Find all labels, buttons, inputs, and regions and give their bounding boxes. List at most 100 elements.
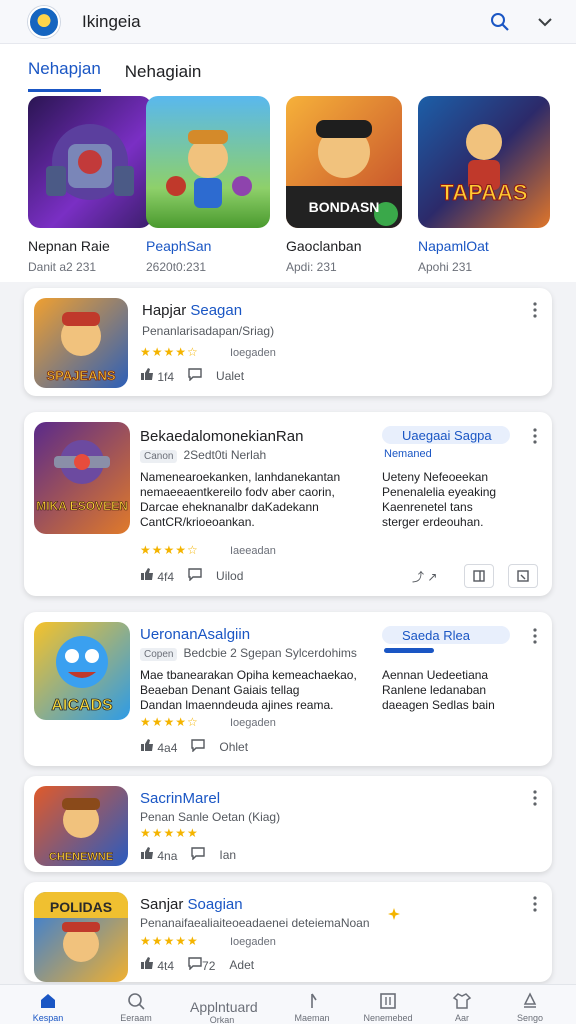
comment-button[interactable] <box>188 567 202 584</box>
app-icon: SPAJEANS <box>34 298 128 388</box>
featured-overlay-text: BONDASN <box>309 199 380 215</box>
bookmark-button[interactable] <box>464 564 494 588</box>
app-tag: Canon <box>140 450 178 463</box>
rating-label: Ioegaden <box>230 717 276 729</box>
featured-thumbnail: BONDASN <box>286 96 402 228</box>
search-input[interactable]: Ikingeia <box>82 12 490 32</box>
bookmark-icon <box>473 570 485 582</box>
featured-name: Gaoclanban <box>286 238 362 254</box>
comment-icon <box>188 368 202 382</box>
comments-label: Ian <box>219 847 237 862</box>
thumbs-up-icon <box>141 368 153 380</box>
card-actions: 4f4 Uilod <box>140 567 243 584</box>
app-icon-text: CHENEWNE <box>49 851 113 863</box>
nav-item-shop[interactable]: Aar <box>432 991 492 1023</box>
more-vert-icon[interactable] <box>532 896 538 912</box>
featured-app-4[interactable]: TAPAAS NapamlOat Apohi 231 <box>418 96 550 274</box>
app-subtitle: Penan Sanle Oetan (Kiag) <box>140 810 281 824</box>
featured-app-3[interactable]: BONDASN Gaoclanban Apdi: 231 <box>286 96 402 274</box>
download-icon <box>517 570 529 582</box>
featured-thumbnail: TAPAAS <box>418 96 550 228</box>
like-button[interactable]: 4a4 <box>140 738 177 755</box>
featured-meta: Apdi: 231 <box>286 260 337 274</box>
featured-row: Nepnan Raie Danit a2 231 PeaphSan 2620t0… <box>0 92 576 282</box>
rating-stars: ★★★★☆ <box>140 345 199 359</box>
download-button[interactable] <box>508 564 538 588</box>
nav-item-apps[interactable]: Orkan <box>192 1013 252 1024</box>
nav-item-news[interactable]: Nenemebed <box>358 991 418 1023</box>
comment-icon <box>188 957 202 971</box>
comment-button[interactable] <box>188 367 202 384</box>
more-vert-icon[interactable] <box>532 302 538 318</box>
app-icon-text: MIKA ESOVEEN <box>36 499 128 513</box>
more-vert-icon[interactable] <box>532 428 538 444</box>
thumbs-up-icon <box>141 957 153 969</box>
thumbs-up-icon <box>141 568 153 580</box>
app-title: BekaedalomonekianRan <box>140 428 304 445</box>
app-tag: Copen <box>140 648 178 661</box>
category-subtitle: Nemaned <box>384 448 432 460</box>
sparkle-icon <box>388 908 400 920</box>
app-card-3[interactable]: AICADS UeronanAsalgiin Copen Bedcbie 2 Sg… <box>24 612 552 766</box>
app-card-1[interactable]: SPAJEANS Hapjar Seagan Penanlarisadapan/… <box>24 288 552 396</box>
nav-item-profile[interactable]: Sengo <box>500 991 560 1023</box>
rating-stars: ★★★★☆ <box>140 715 199 729</box>
tab-bar: Nehapjan Nehagiain <box>0 44 576 92</box>
comment-button[interactable]: 72 <box>188 956 215 973</box>
like-button[interactable]: 4t4 <box>140 956 174 973</box>
nav-item-search[interactable]: Eeraam <box>106 991 166 1023</box>
app-title: Hapjar Seagan <box>142 302 243 319</box>
card-actions: 4t4 72 Adet <box>140 956 254 973</box>
share-button[interactable]: ⤴ ↗ <box>412 568 437 585</box>
comments-label: Adet <box>229 957 255 972</box>
comments-label: Uilod <box>216 568 244 583</box>
featured-thumbnail <box>146 96 270 228</box>
app-subtitle: Canon 2Sedt0ti Nerlah <box>140 448 266 463</box>
app-subtitle: Copen Bedcbie 2 Sgepan Sylcerdohims <box>140 646 357 661</box>
like-button[interactable]: 4na <box>140 846 177 863</box>
app-icon: POLIDAS <box>34 892 128 982</box>
app-card-2[interactable]: MIKA ESOVEEN BekaedalomonekianRan Canon 2… <box>24 412 552 596</box>
chevron-down-icon[interactable] <box>536 13 554 31</box>
thumbs-up-icon <box>141 847 153 859</box>
home-icon <box>41 994 55 1008</box>
app-logo[interactable] <box>28 5 60 38</box>
featured-app-2[interactable]: PeaphSan 2620t0:231 <box>146 96 270 274</box>
like-button[interactable]: 1f4 <box>140 367 174 384</box>
category-pill[interactable]: Saeda Rlea <box>382 626 510 644</box>
category-pill[interactable]: Uaegaai Sagpa <box>382 426 510 444</box>
comment-button[interactable] <box>191 738 206 755</box>
search-icon[interactable] <box>490 12 510 32</box>
search-icon <box>128 993 145 1010</box>
tab-nehapjan[interactable]: Nehapjan <box>28 59 101 92</box>
side-description: Aennan Uedeetiana Ranlene ledanaban daea… <box>382 668 495 712</box>
featured-app-1[interactable]: Nepnan Raie Danit a2 231 <box>28 96 152 274</box>
app-title: Sanjar Soagian <box>140 896 243 913</box>
comment-button[interactable] <box>191 846 206 863</box>
comments-label: Ualet <box>216 368 245 383</box>
featured-name: PeaphSan <box>146 238 212 254</box>
side-description: Ueteny Nefeoeekan Penenalelia eyeaking K… <box>382 470 497 529</box>
nav-item-alerts[interactable]: Maeman <box>282 991 342 1023</box>
progress-bar <box>384 648 434 653</box>
featured-overlay-text: TAPAAS <box>440 180 527 205</box>
news-icon <box>380 993 396 1009</box>
more-vert-icon[interactable] <box>532 628 538 644</box>
featured-meta: Danit a2 231 <box>28 260 97 274</box>
app-subtitle: Penanaifaealiaiteoeadaenei deteiemaNoan <box>140 916 370 930</box>
more-vert-icon[interactable] <box>532 790 538 806</box>
thumbs-up-icon <box>141 739 153 751</box>
app-card-5[interactable]: POLIDAS Sanjar Soagian Penanaifaealiaite… <box>24 882 552 982</box>
rating-label: Iaeeadan <box>230 545 276 557</box>
app-subtitle: Penanlarisadapan/Sriag) <box>142 324 275 338</box>
featured-meta: 2620t0:231 <box>146 260 207 274</box>
featured-meta: Apohi 231 <box>418 260 473 274</box>
bottom-navigation: Applntuard Kespan Eeraam Orkan Maeman Ne… <box>0 984 576 1024</box>
bell-icon <box>311 993 317 1008</box>
app-description: Mae tbanearakan Opiha kemeachaekao, Beae… <box>140 668 357 712</box>
nav-item-home[interactable]: Kespan <box>18 991 78 1023</box>
like-button[interactable]: 4f4 <box>140 567 174 584</box>
rating-label: Ioegaden <box>230 936 276 948</box>
app-card-4[interactable]: CHENEWNE SacrinMarel Penan Sanle Oetan (… <box>24 776 552 872</box>
tab-nehagiain[interactable]: Nehagiain <box>125 62 202 92</box>
